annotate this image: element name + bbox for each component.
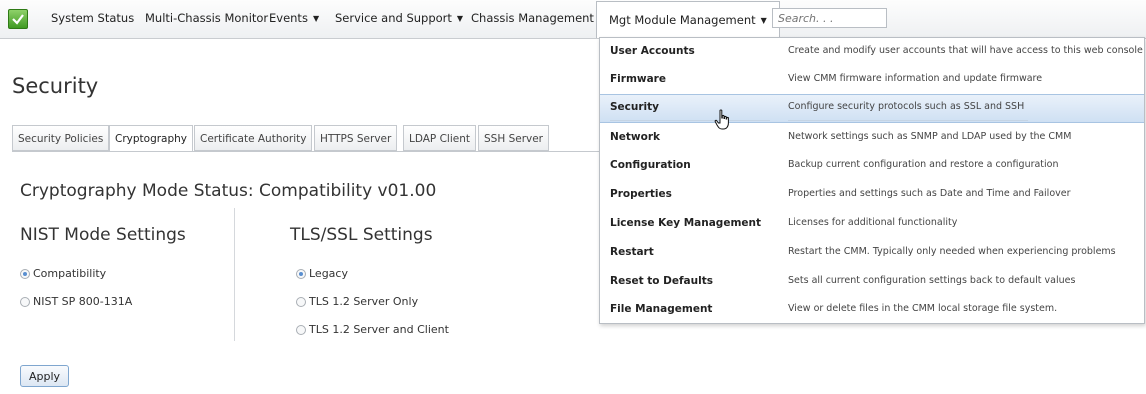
nav-multi-chassis-monitor[interactable]: Multi-Chassis Monitor: [145, 11, 268, 25]
chevron-down-icon: ▼: [456, 14, 464, 23]
chevron-down-icon: ▼: [312, 14, 320, 23]
radio-checked-icon[interactable]: [296, 269, 306, 279]
tab-certificate-authority[interactable]: Certificate Authority: [194, 125, 313, 151]
tls-settings-heading: TLS/SSL Settings: [290, 225, 433, 245]
radio-checked-icon[interactable]: [20, 269, 30, 279]
logo-checkmark-icon[interactable]: [8, 9, 28, 29]
page-title: Security: [12, 74, 99, 98]
radio-unchecked-icon[interactable]: [20, 297, 30, 307]
radio-nist-sp-800-131a[interactable]: NIST SP 800-131A: [20, 295, 132, 308]
mgt-module-dropdown-menu: User Accounts Create and modify user acc…: [599, 37, 1145, 324]
nav-chassis-management-menu[interactable]: Chassis Management▼: [471, 11, 605, 25]
radio-tls-12-server-only[interactable]: TLS 1.2 Server Only: [296, 295, 418, 308]
radio-unchecked-icon[interactable]: [296, 325, 306, 335]
apply-button[interactable]: Apply: [20, 365, 69, 387]
nav-service-support-menu[interactable]: Service and Support ▼: [335, 11, 463, 25]
menu-item-properties[interactable]: Properties Properties and settings such …: [600, 181, 1144, 210]
menu-item-file-management[interactable]: File Management View or delete files in …: [600, 296, 1144, 325]
nav-system-status[interactable]: System Status: [51, 11, 134, 25]
search-input[interactable]: [772, 8, 887, 28]
tab-underline: [12, 151, 602, 152]
hand-pointer-cursor-icon: [714, 109, 729, 130]
top-nav-bar: System Status Multi-Chassis Monitor Even…: [0, 0, 1146, 39]
nist-mode-heading: NIST Mode Settings: [20, 225, 186, 245]
chevron-down-icon: ▼: [760, 16, 767, 25]
menu-item-license-key-management[interactable]: License Key Management Licenses for addi…: [600, 210, 1144, 239]
radio-tls-12-server-client[interactable]: TLS 1.2 Server and Client: [296, 323, 449, 336]
menu-underline: [610, 120, 770, 121]
menu-item-security[interactable]: Security Configure security protocols su…: [600, 94, 1144, 123]
tab-ldap-client[interactable]: LDAP Client: [403, 125, 477, 151]
tab-security-policies[interactable]: Security Policies: [12, 125, 110, 151]
menu-item-firmware[interactable]: Firmware View CMM firmware information a…: [600, 66, 1144, 95]
tab-cryptography[interactable]: Cryptography: [109, 125, 194, 152]
nav-mgt-module-management-menu[interactable]: Mgt Module Management ▼: [596, 1, 780, 38]
menu-item-network[interactable]: Network Network settings such as SNMP an…: [600, 124, 1144, 153]
nav-events-menu[interactable]: Events ▼: [269, 11, 319, 25]
menu-item-user-accounts[interactable]: User Accounts Create and modify user acc…: [600, 38, 1144, 67]
tab-https-server[interactable]: HTTPS Server: [314, 125, 398, 151]
radio-unchecked-icon[interactable]: [296, 297, 306, 307]
radio-tls-legacy[interactable]: Legacy: [296, 267, 348, 280]
section-divider: [234, 208, 235, 341]
menu-item-reset-to-defaults[interactable]: Reset to Defaults Sets all current confi…: [600, 268, 1144, 297]
radio-nist-compatibility[interactable]: Compatibility: [20, 267, 106, 280]
menu-item-restart[interactable]: Restart Restart the CMM. Typically only …: [600, 239, 1144, 268]
menu-item-configuration[interactable]: Configuration Backup current configurati…: [600, 152, 1144, 181]
tab-ssh-server[interactable]: SSH Server: [478, 125, 549, 151]
menu-underline: [788, 120, 1028, 121]
crypto-mode-status: Cryptography Mode Status: Compatibility …: [20, 181, 437, 201]
